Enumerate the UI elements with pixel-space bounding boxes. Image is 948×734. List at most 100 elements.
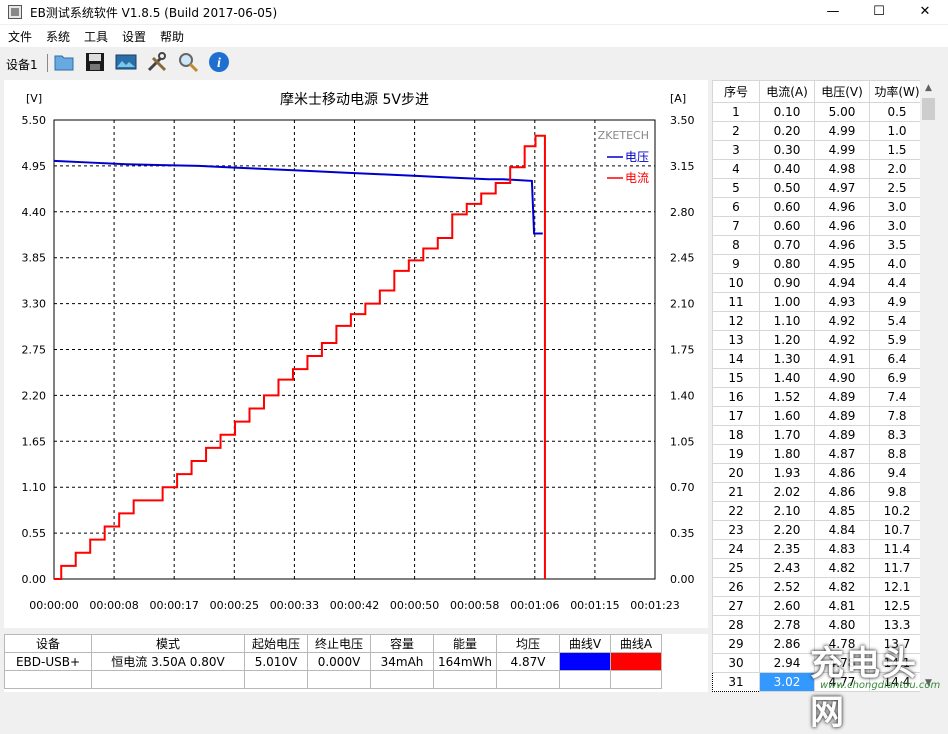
table-cell: 4.93 bbox=[814, 292, 870, 312]
summary-value-5: 164mWh bbox=[433, 652, 497, 671]
maximize-button[interactable]: ☐ bbox=[856, 0, 902, 24]
summary-empty-cell bbox=[496, 670, 560, 689]
scroll-thumb[interactable] bbox=[922, 98, 935, 120]
table-row[interactable]: 14 1.30 4.91 6.4 bbox=[712, 349, 925, 369]
table-cell: 17 bbox=[712, 406, 760, 426]
close-button[interactable]: ✕ bbox=[902, 0, 948, 24]
summary-header-6: 均压 bbox=[496, 634, 560, 653]
summary-empty-cell bbox=[244, 670, 308, 689]
table-header-3[interactable]: 功率(W) bbox=[869, 80, 925, 103]
curve-a-color-swatch[interactable] bbox=[610, 652, 662, 671]
image-icon[interactable] bbox=[114, 50, 138, 74]
scroll-up-icon[interactable]: ▲ bbox=[920, 80, 937, 97]
y-right-tick-label: 3.50 bbox=[670, 114, 695, 127]
table-row[interactable]: 27 2.60 4.81 12.5 bbox=[712, 596, 925, 616]
table-cell: 6.9 bbox=[869, 368, 925, 388]
table-cell: 4.84 bbox=[814, 520, 870, 540]
table-scrollbar[interactable]: ▲ ▼ bbox=[920, 80, 937, 692]
info-icon[interactable]: i bbox=[207, 50, 231, 74]
table-row[interactable]: 2 0.20 4.99 1.0 bbox=[712, 121, 925, 141]
right-axis-unit: [A] bbox=[670, 92, 686, 105]
table-cell: 27 bbox=[712, 596, 760, 616]
minimize-button[interactable]: — bbox=[810, 0, 856, 24]
table-cell: 2.10 bbox=[759, 501, 815, 521]
table-cell: 2.43 bbox=[759, 558, 815, 578]
summary-empty-cell bbox=[307, 670, 371, 689]
summary-value-3: 0.000V bbox=[307, 652, 371, 671]
curve-v-color-swatch[interactable] bbox=[559, 652, 611, 671]
chart-svg: 摩米士移动电源 5V步进 [V] [A] 5.50 4.95 4.40 3.85 3.30 2.… bbox=[22, 91, 695, 612]
folder-icon[interactable] bbox=[52, 50, 76, 74]
table-row[interactable]: 7 0.60 4.96 3.0 bbox=[712, 216, 925, 236]
save-icon[interactable] bbox=[83, 50, 107, 74]
table-row[interactable]: 11 1.00 4.93 4.9 bbox=[712, 292, 925, 312]
tab-device1[interactable]: 设备1 bbox=[6, 56, 38, 73]
table-cell: 31 bbox=[712, 672, 760, 692]
table-cell: 16 bbox=[712, 387, 760, 407]
summary-empty-cell bbox=[370, 670, 434, 689]
table-cell: 4.85 bbox=[814, 501, 870, 521]
table-row[interactable]: 18 1.70 4.89 8.3 bbox=[712, 425, 925, 445]
table-row[interactable]: 28 2.78 4.80 13.3 bbox=[712, 615, 925, 635]
summary-empty-cell bbox=[91, 670, 245, 689]
table-row[interactable]: 8 0.70 4.96 3.5 bbox=[712, 235, 925, 255]
table-header-0[interactable]: 序号 bbox=[712, 80, 760, 103]
menu-help[interactable]: 帮助 bbox=[160, 28, 184, 45]
table-row[interactable]: 15 1.40 4.90 6.9 bbox=[712, 368, 925, 388]
table-cell: 2.60 bbox=[759, 596, 815, 616]
table-cell: 29 bbox=[712, 634, 760, 654]
x-tick-label: 00:01:15 bbox=[570, 599, 619, 612]
table-row[interactable]: 13 1.20 4.92 5.9 bbox=[712, 330, 925, 350]
menu-file[interactable]: 文件 bbox=[8, 28, 32, 45]
menu-bar: 文件 系统 工具 设置 帮助 bbox=[0, 25, 948, 47]
table-row[interactable]: 17 1.60 4.89 7.8 bbox=[712, 406, 925, 426]
y-left-tick-label: 2.20 bbox=[22, 389, 47, 402]
table-row[interactable]: 26 2.52 4.82 12.1 bbox=[712, 577, 925, 597]
magnifier-icon[interactable] bbox=[176, 50, 200, 74]
table-cell: 4.9 bbox=[869, 292, 925, 312]
table-cell: 6 bbox=[712, 197, 760, 217]
table-row[interactable]: 5 0.50 4.97 2.5 bbox=[712, 178, 925, 198]
table-row[interactable]: 21 2.02 4.86 9.8 bbox=[712, 482, 925, 502]
table-cell: 4.95 bbox=[814, 254, 870, 274]
table-row[interactable]: 24 2.35 4.83 11.4 bbox=[712, 539, 925, 559]
table-row[interactable]: 10 0.90 4.94 4.4 bbox=[712, 273, 925, 293]
table-cell: 5 bbox=[712, 178, 760, 198]
table-row[interactable]: 16 1.52 4.89 7.4 bbox=[712, 387, 925, 407]
table-cell: 4.86 bbox=[814, 482, 870, 502]
table-cell: 0.30 bbox=[759, 140, 815, 160]
table-row[interactable]: 3 0.30 4.99 1.5 bbox=[712, 140, 925, 160]
table-cell: 4.90 bbox=[814, 368, 870, 388]
table-cell: 3.0 bbox=[869, 216, 925, 236]
y-left-tick-label: 0.55 bbox=[22, 527, 47, 540]
table-cell: 3.5 bbox=[869, 235, 925, 255]
y-right-tick-label: 1.05 bbox=[670, 435, 695, 448]
table-header-1[interactable]: 电流(A) bbox=[759, 80, 815, 103]
tools-icon[interactable] bbox=[145, 50, 169, 74]
table-cell: 2.86 bbox=[759, 634, 815, 654]
table-row[interactable]: 20 1.93 4.86 9.4 bbox=[712, 463, 925, 483]
y-right-tick-label: 1.75 bbox=[670, 344, 695, 357]
table-cell: 21 bbox=[712, 482, 760, 502]
summary-header-7: 曲线V bbox=[559, 634, 611, 653]
table-row[interactable]: 12 1.10 4.92 5.4 bbox=[712, 311, 925, 331]
table-row[interactable]: 1 0.10 5.00 0.5 bbox=[712, 102, 925, 122]
table-row[interactable]: 22 2.10 4.85 10.2 bbox=[712, 501, 925, 521]
table-row[interactable]: 19 1.80 4.87 8.8 bbox=[712, 444, 925, 464]
menu-system[interactable]: 系统 bbox=[46, 28, 70, 45]
table-row[interactable]: 23 2.20 4.84 10.7 bbox=[712, 520, 925, 540]
table-cell: 4.98 bbox=[814, 159, 870, 179]
table-header-2[interactable]: 电压(V) bbox=[814, 80, 870, 103]
table-row[interactable]: 25 2.43 4.82 11.7 bbox=[712, 558, 925, 578]
table-cell: 1.10 bbox=[759, 311, 815, 331]
menu-settings[interactable]: 设置 bbox=[122, 28, 146, 45]
y-left-tick-label: 3.30 bbox=[22, 298, 47, 311]
summary-empty-cell bbox=[433, 670, 497, 689]
table-row[interactable]: 6 0.60 4.96 3.0 bbox=[712, 197, 925, 217]
table-cell: 7 bbox=[712, 216, 760, 236]
menu-tools[interactable]: 工具 bbox=[84, 28, 108, 45]
table-cell: 1.5 bbox=[869, 140, 925, 160]
table-row[interactable]: 9 0.80 4.95 4.0 bbox=[712, 254, 925, 274]
summary-empty-cell bbox=[559, 670, 611, 689]
table-row[interactable]: 4 0.40 4.98 2.0 bbox=[712, 159, 925, 179]
